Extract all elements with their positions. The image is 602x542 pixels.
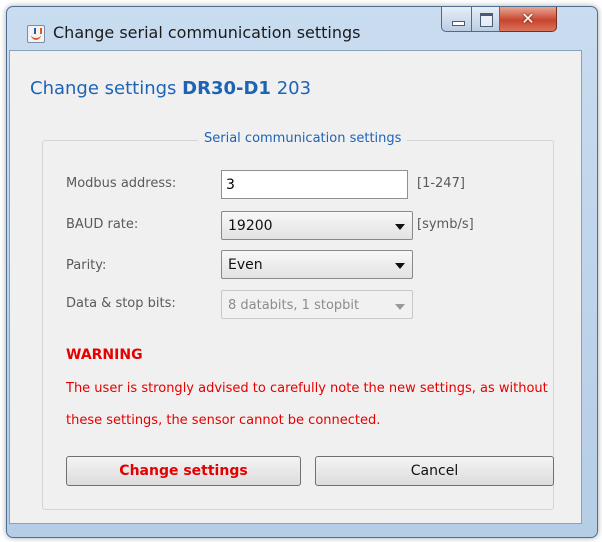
java-app-icon	[27, 25, 45, 43]
device-model: DR30-D1	[182, 78, 271, 99]
modbus-address-range: [1-247]	[417, 176, 465, 191]
chevron-down-icon	[395, 304, 405, 310]
maximize-button[interactable]	[472, 7, 500, 32]
data-stop-bits-label: Data & stop bits:	[66, 296, 176, 311]
cancel-button[interactable]: Cancel	[315, 456, 554, 486]
device-number: 203	[276, 78, 312, 99]
parity-label: Parity:	[66, 258, 107, 273]
baud-rate-select[interactable]: 19200	[221, 211, 413, 240]
parity-select[interactable]: Even	[221, 250, 413, 279]
window-title: Change serial communication settings	[53, 23, 361, 42]
data-stop-bits-value: 8 databits, 1 stopbit	[228, 298, 360, 313]
change-settings-button[interactable]: Change settings	[66, 456, 301, 486]
minimize-button[interactable]	[441, 7, 472, 32]
baud-rate-value: 19200	[228, 218, 273, 234]
data-stop-bits-select: 8 databits, 1 stopbit	[221, 290, 413, 319]
modbus-address-label: Modbus address:	[66, 176, 177, 191]
parity-value: Even	[228, 257, 263, 273]
group-title: Serial communication settings	[198, 131, 408, 146]
close-icon: ✕	[521, 9, 535, 28]
chevron-down-icon	[395, 263, 405, 269]
warning-text: The user is strongly advised to carefull…	[66, 381, 548, 428]
header-prefix: Change settings	[30, 78, 177, 99]
warning-title: WARNING	[66, 347, 143, 363]
close-button[interactable]: ✕	[500, 7, 557, 32]
settings-header: Change settings DR30-D1 203	[30, 78, 311, 99]
baud-rate-unit: [symb/s]	[417, 217, 474, 232]
chevron-down-icon	[395, 224, 405, 230]
modbus-address-input[interactable]	[221, 170, 408, 199]
baud-rate-label: BAUD rate:	[66, 217, 139, 232]
